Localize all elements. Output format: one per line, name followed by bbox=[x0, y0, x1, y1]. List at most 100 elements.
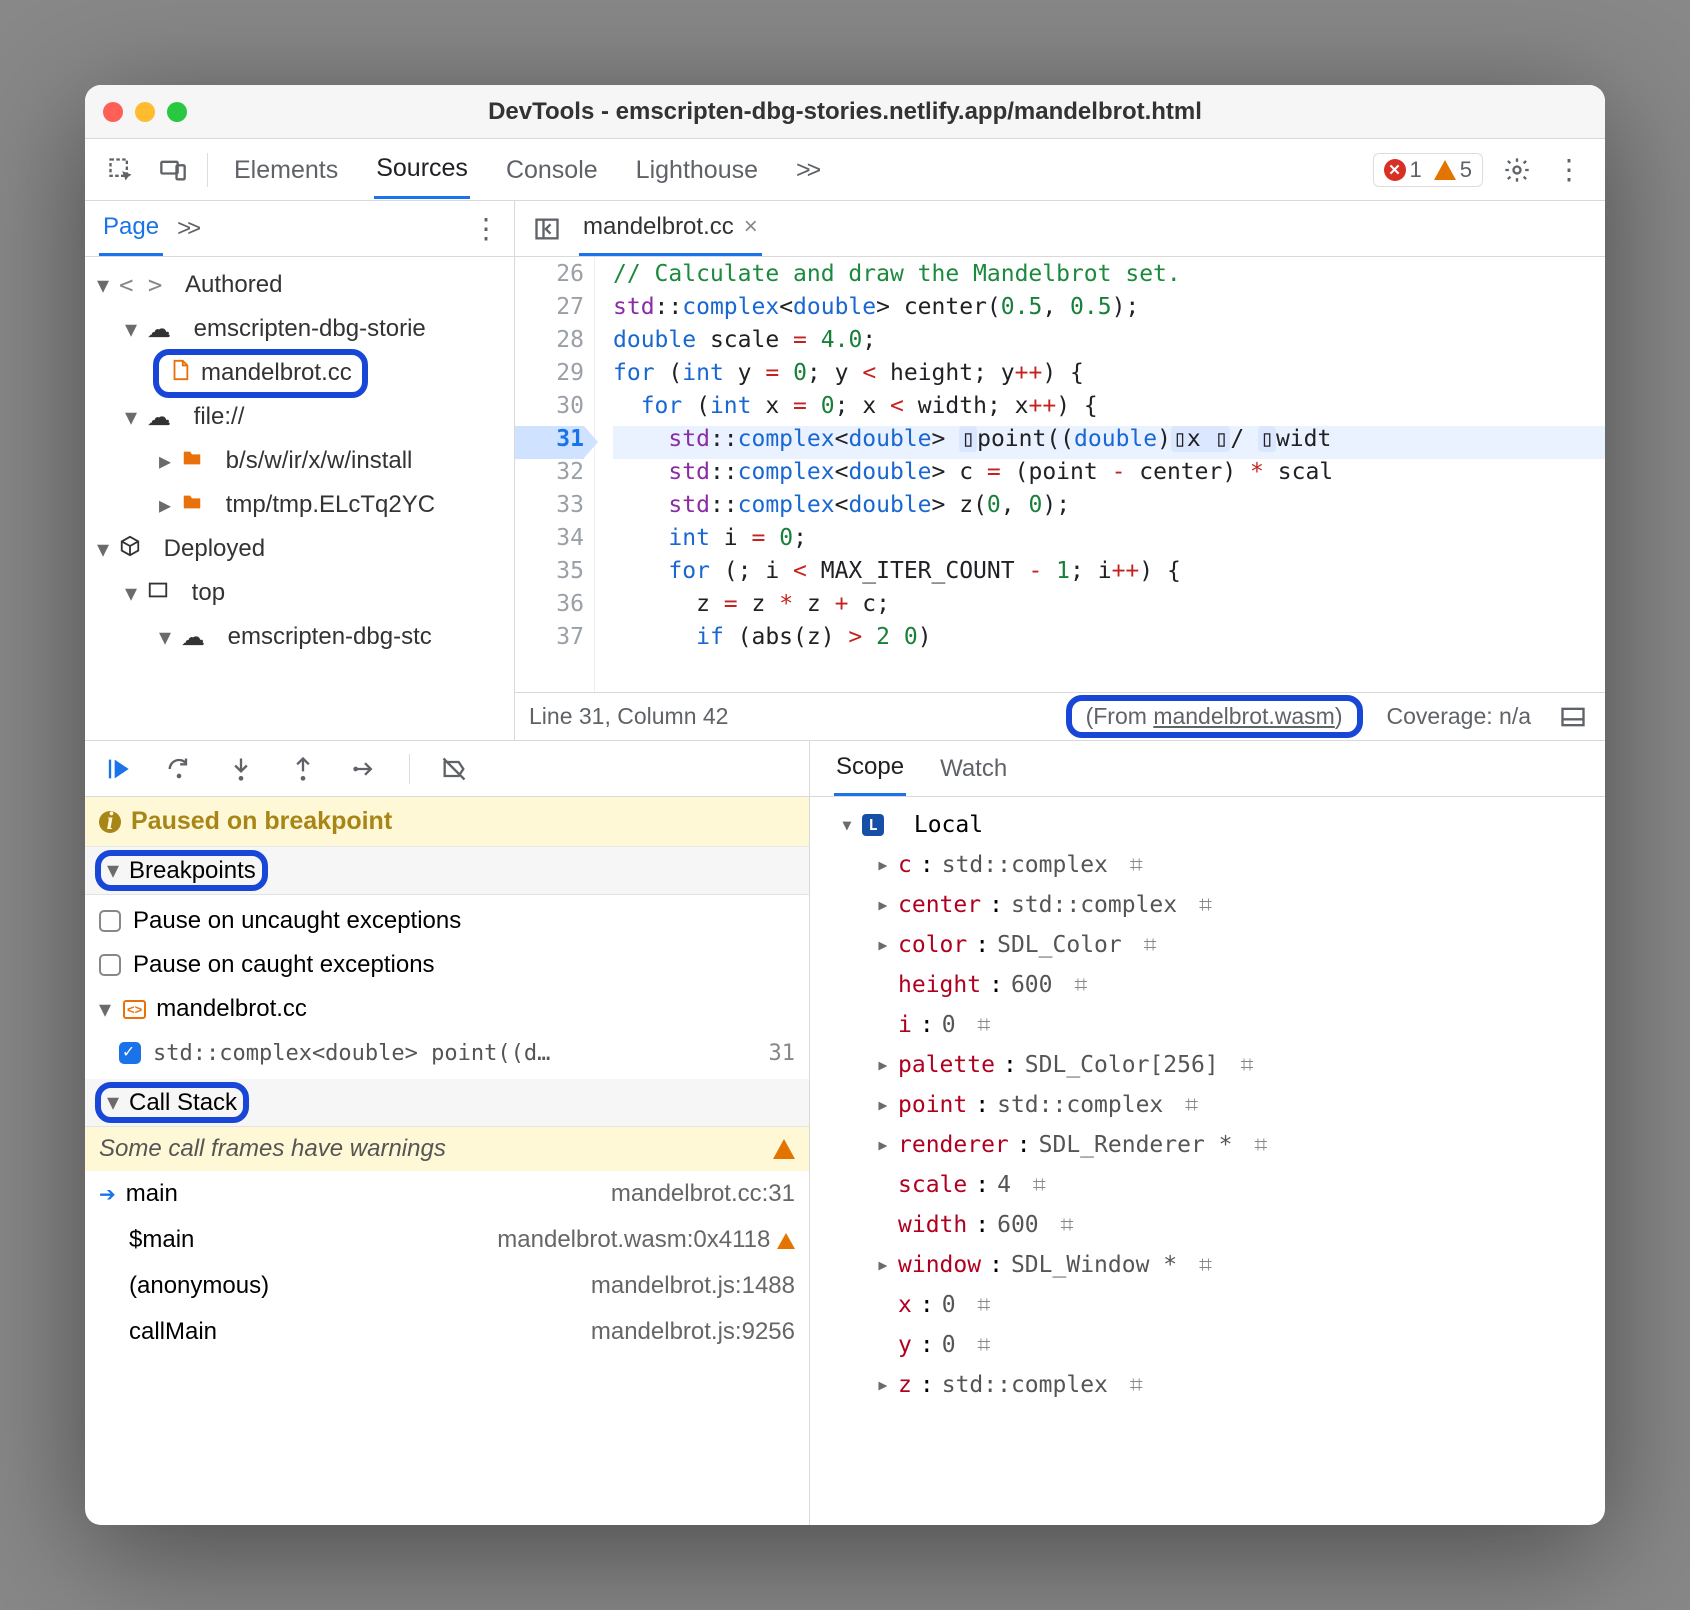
line-number[interactable]: 37 bbox=[515, 624, 584, 657]
memory-icon[interactable]: ⌗ bbox=[1171, 1092, 1198, 1118]
breakpoints-header[interactable]: Breakpoints bbox=[85, 847, 809, 895]
scope-variable[interactable]: i: 0 ⌗ bbox=[820, 1005, 1595, 1045]
scope-variable[interactable]: y: 0 ⌗ bbox=[820, 1325, 1595, 1365]
step-over-icon[interactable] bbox=[161, 751, 197, 787]
line-number[interactable]: 33 bbox=[515, 492, 584, 525]
resume-icon[interactable] bbox=[99, 751, 135, 787]
line-number[interactable]: 29 bbox=[515, 360, 584, 393]
close-tab-icon[interactable]: × bbox=[744, 213, 758, 241]
code-line[interactable]: std::complex<double> c = (point - center… bbox=[613, 459, 1605, 492]
tree-authored[interactable]: < > Authored bbox=[85, 263, 514, 307]
tabs-overflow[interactable]: >> bbox=[794, 142, 819, 198]
line-number[interactable]: 28 bbox=[515, 327, 584, 360]
scope-variable[interactable]: c: std::complex ⌗ bbox=[820, 845, 1595, 885]
source-map-origin[interactable]: (From mandelbrot.wasm) bbox=[1066, 695, 1363, 738]
scope-variable[interactable]: renderer: SDL_Renderer * ⌗ bbox=[820, 1125, 1595, 1165]
code-line[interactable]: z = z * z + c; bbox=[613, 591, 1605, 624]
stack-frame[interactable]: callMainmandelbrot.js:9256 bbox=[85, 1309, 809, 1355]
scope-variable[interactable]: x: 0 ⌗ bbox=[820, 1285, 1595, 1325]
code-line[interactable]: int i = 0; bbox=[613, 525, 1605, 558]
tab-scope[interactable]: Scope bbox=[834, 741, 906, 796]
kebab-menu-icon[interactable]: ⋮ bbox=[1551, 152, 1587, 188]
memory-icon[interactable]: ⌗ bbox=[964, 1332, 991, 1358]
scope-variable[interactable]: height: 600 ⌗ bbox=[820, 965, 1595, 1005]
memory-icon[interactable]: ⌗ bbox=[1116, 1372, 1143, 1398]
line-number[interactable]: 32 bbox=[515, 459, 584, 492]
code-body[interactable]: 262728293031323334353637 // Calculate an… bbox=[515, 257, 1605, 692]
memory-icon[interactable]: ⌗ bbox=[1227, 1052, 1254, 1078]
checkbox-icon[interactable] bbox=[99, 954, 121, 976]
scope-variable[interactable]: window: SDL_Window * ⌗ bbox=[820, 1245, 1595, 1285]
inspect-icon[interactable] bbox=[103, 152, 139, 188]
scope-variable[interactable]: center: std::complex ⌗ bbox=[820, 885, 1595, 925]
code-line[interactable]: // Calculate and draw the Mandelbrot set… bbox=[613, 261, 1605, 294]
deactivate-breakpoints-icon[interactable] bbox=[436, 751, 472, 787]
breakpoint-line-row[interactable]: std::complex<double> point((d…31 bbox=[85, 1031, 809, 1075]
memory-icon[interactable]: ⌗ bbox=[1047, 1212, 1074, 1238]
code-line[interactable]: for (int x = 0; x < width; x++) { bbox=[613, 393, 1605, 426]
stack-frame[interactable]: $mainmandelbrot.wasm:0x4118 bbox=[85, 1217, 809, 1263]
scope-variable[interactable]: scale: 4 ⌗ bbox=[820, 1165, 1595, 1205]
tab-watch[interactable]: Watch bbox=[940, 755, 1007, 783]
code-line[interactable]: std::complex<double> z(0, 0); bbox=[613, 492, 1605, 525]
scope-variable[interactable]: palette: SDL_Color[256] ⌗ bbox=[820, 1045, 1595, 1085]
memory-icon[interactable]: ⌗ bbox=[964, 1292, 991, 1318]
checkbox-on-icon[interactable] bbox=[119, 1042, 141, 1064]
code[interactable]: // Calculate and draw the Mandelbrot set… bbox=[595, 257, 1605, 692]
toggle-navigator-icon[interactable] bbox=[529, 211, 565, 247]
tab-console[interactable]: Console bbox=[504, 142, 600, 198]
line-number[interactable]: 27 bbox=[515, 294, 584, 327]
memory-icon[interactable]: ⌗ bbox=[1185, 892, 1212, 918]
stack-frame[interactable]: (anonymous)mandelbrot.js:1488 bbox=[85, 1263, 809, 1309]
step-icon[interactable] bbox=[347, 751, 383, 787]
gutter[interactable]: 262728293031323334353637 bbox=[515, 257, 595, 692]
line-number[interactable]: 30 bbox=[515, 393, 584, 426]
step-out-icon[interactable] bbox=[285, 751, 321, 787]
navigator-overflow[interactable]: >> bbox=[177, 215, 197, 243]
tree-file-mandelbrot[interactable]: mandelbrot.cc bbox=[85, 351, 514, 395]
memory-icon[interactable]: ⌗ bbox=[964, 1012, 991, 1038]
line-number[interactable]: 31 bbox=[515, 426, 584, 459]
memory-icon[interactable]: ⌗ bbox=[1019, 1172, 1046, 1198]
code-line[interactable]: std::complex<double> ▯point((double)▯x ▯… bbox=[613, 426, 1605, 459]
scope-variable[interactable]: z: std::complex ⌗ bbox=[820, 1365, 1595, 1405]
code-line[interactable]: for (; i < MAX_ITER_COUNT - 1; i++) { bbox=[613, 558, 1605, 591]
code-line[interactable]: double scale = 4.0; bbox=[613, 327, 1605, 360]
stack-frame[interactable]: ➔mainmandelbrot.cc:31 bbox=[85, 1171, 809, 1217]
show-drawer-icon[interactable] bbox=[1555, 699, 1591, 735]
memory-icon[interactable]: ⌗ bbox=[1116, 852, 1143, 878]
scope-local-header[interactable]: L Local bbox=[820, 805, 1595, 845]
line-number[interactable]: 36 bbox=[515, 591, 584, 624]
tab-elements[interactable]: Elements bbox=[232, 142, 340, 198]
memory-icon[interactable]: ⌗ bbox=[1061, 972, 1088, 998]
memory-icon[interactable]: ⌗ bbox=[1185, 1252, 1212, 1278]
scope-variable[interactable]: color: SDL_Color ⌗ bbox=[820, 925, 1595, 965]
pause-caught-row[interactable]: Pause on caught exceptions bbox=[85, 943, 809, 987]
pause-uncaught-row[interactable]: Pause on uncaught exceptions bbox=[85, 899, 809, 943]
tree-deployed[interactable]: Deployed bbox=[85, 527, 514, 571]
step-into-icon[interactable] bbox=[223, 751, 259, 787]
device-mode-icon[interactable] bbox=[155, 152, 191, 188]
scope-variable[interactable]: width: 600 ⌗ bbox=[820, 1205, 1595, 1245]
tree-origin-deployed[interactable]: ☁︎ emscripten-dbg-stc bbox=[85, 615, 514, 659]
code-line[interactable]: if (abs(z) > 2 0) bbox=[613, 624, 1605, 657]
line-number[interactable]: 26 bbox=[515, 261, 584, 294]
tree-file-scheme[interactable]: ☁︎ file:// bbox=[85, 395, 514, 439]
tab-sources[interactable]: Sources bbox=[374, 140, 470, 199]
code-line[interactable]: std::complex<double> center(0.5, 0.5); bbox=[613, 294, 1605, 327]
checkbox-icon[interactable] bbox=[99, 910, 121, 932]
line-number[interactable]: 35 bbox=[515, 558, 584, 591]
callstack-header[interactable]: Call Stack bbox=[85, 1079, 809, 1127]
line-number[interactable]: 34 bbox=[515, 525, 584, 558]
tree-folder-2[interactable]: tmp/tmp.ELcTq2YC bbox=[85, 483, 514, 527]
tree-top[interactable]: top bbox=[85, 571, 514, 615]
breakpoint-file-row[interactable]: <>mandelbrot.cc bbox=[85, 987, 809, 1031]
scope-variable[interactable]: point: std::complex ⌗ bbox=[820, 1085, 1595, 1125]
tree-origin-authored[interactable]: ☁︎ emscripten-dbg-storie bbox=[85, 307, 514, 351]
editor-tab-mandelbrot[interactable]: mandelbrot.cc × bbox=[579, 201, 762, 256]
tree-folder-1[interactable]: b/s/w/ir/x/w/install bbox=[85, 439, 514, 483]
navigator-tab-page[interactable]: Page bbox=[99, 201, 163, 256]
memory-icon[interactable]: ⌗ bbox=[1241, 1132, 1268, 1158]
memory-icon[interactable]: ⌗ bbox=[1130, 932, 1157, 958]
issue-counters[interactable]: ✕1 5 bbox=[1373, 153, 1484, 187]
